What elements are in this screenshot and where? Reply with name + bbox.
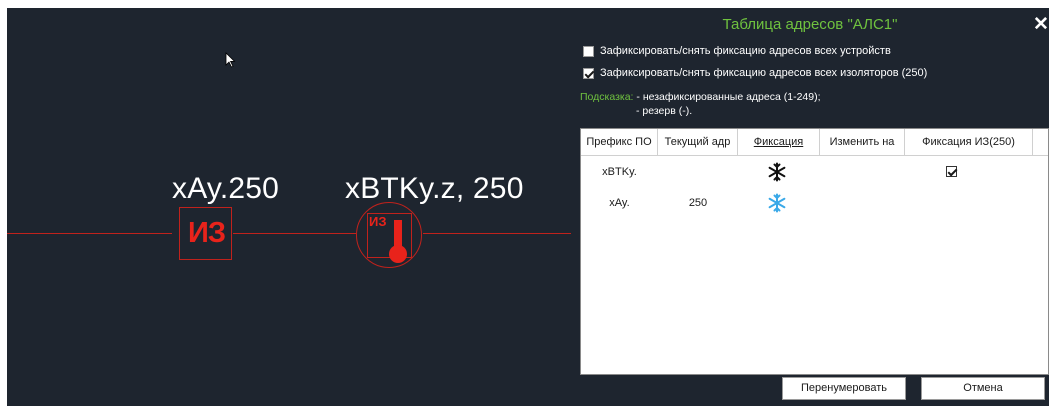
table-header: Префикс ПО Текущий адр Фиксация Изменить… bbox=[581, 129, 1048, 156]
mouse-cursor-icon bbox=[225, 52, 236, 68]
drawing-canvas[interactable]: xAy.250 xBTKy.z, 250 ИЗ ИЗ bbox=[7, 8, 571, 406]
fix-all-devices-checkbox[interactable] bbox=[583, 45, 594, 57]
top-strip bbox=[0, 0, 1049, 8]
cell-current-address[interactable] bbox=[658, 157, 738, 187]
column-header-fixation[interactable]: Фиксация bbox=[738, 129, 820, 155]
cell-change-to[interactable] bbox=[820, 157, 905, 187]
isolator-symbol[interactable]: ИЗ bbox=[179, 207, 232, 260]
snowflake-blue-icon[interactable] bbox=[767, 193, 787, 213]
fix-all-isolators-checkbox[interactable] bbox=[583, 67, 594, 79]
cell-prefix: xAy. bbox=[609, 197, 630, 209]
renumber-button[interactable]: Перенумеровать bbox=[782, 377, 906, 400]
cell-prefix: xBTKy. bbox=[602, 166, 637, 178]
dialog-title: Таблица адресов "АЛС1" bbox=[722, 16, 898, 33]
device-label-isolator: xAy.250 bbox=[172, 172, 280, 205]
cell-current-address[interactable]: 250 bbox=[658, 188, 738, 218]
hint-line-1: - незафиксированные адреса (1-249); bbox=[633, 91, 821, 103]
fix-iz-checkbox[interactable] bbox=[946, 166, 957, 177]
column-header-current-address[interactable]: Текущий адр bbox=[658, 129, 738, 155]
close-icon[interactable]: ✕ bbox=[1033, 15, 1049, 35]
sensor-iz-text: ИЗ bbox=[369, 214, 387, 229]
column-header-change-to[interactable]: Изменить на bbox=[820, 129, 905, 155]
fix-all-isolators-option[interactable]: Зафиксировать/снять фиксацию адресов все… bbox=[583, 67, 927, 79]
cell-change-to[interactable] bbox=[820, 188, 905, 218]
temperature-sensor-symbol[interactable]: ИЗ bbox=[356, 202, 422, 268]
fix-all-devices-option[interactable]: Зафиксировать/снять фиксацию адресов все… bbox=[583, 45, 891, 57]
thermometer-bulb-icon bbox=[389, 245, 407, 263]
hint-line-2: - резерв (-). bbox=[636, 105, 693, 117]
isolator-symbol-text: ИЗ bbox=[187, 217, 226, 249]
fix-all-devices-label: Зафиксировать/снять фиксацию адресов все… bbox=[600, 45, 891, 57]
cancel-button[interactable]: Отмена bbox=[921, 377, 1045, 400]
connection-line bbox=[7, 233, 172, 234]
snowflake-black-icon[interactable] bbox=[767, 162, 787, 182]
sensor-frame: ИЗ bbox=[367, 213, 412, 263]
fix-all-isolators-label: Зафиксировать/снять фиксацию адресов все… bbox=[600, 67, 928, 79]
column-header-fix-iz[interactable]: Фиксация ИЗ(250) bbox=[905, 129, 1033, 155]
table-row[interactable]: xBTKy. bbox=[581, 157, 1048, 187]
device-label-sensor: xBTKy.z, 250 bbox=[345, 172, 524, 205]
address-table-dialog: Таблица адресов "АЛС1" ✕ Зафиксировать/с… bbox=[571, 8, 1049, 406]
column-header-prefix[interactable]: Префикс ПО bbox=[581, 129, 658, 155]
table-row[interactable]: xAy. 250 bbox=[581, 188, 1048, 218]
hint-block: Подсказка: - незафиксированные адреса (1… bbox=[580, 90, 821, 118]
connection-line bbox=[233, 233, 356, 234]
connection-line bbox=[423, 233, 571, 234]
hint-label: Подсказка: bbox=[580, 91, 634, 103]
address-table: Префикс ПО Текущий адр Фиксация Изменить… bbox=[580, 128, 1049, 375]
